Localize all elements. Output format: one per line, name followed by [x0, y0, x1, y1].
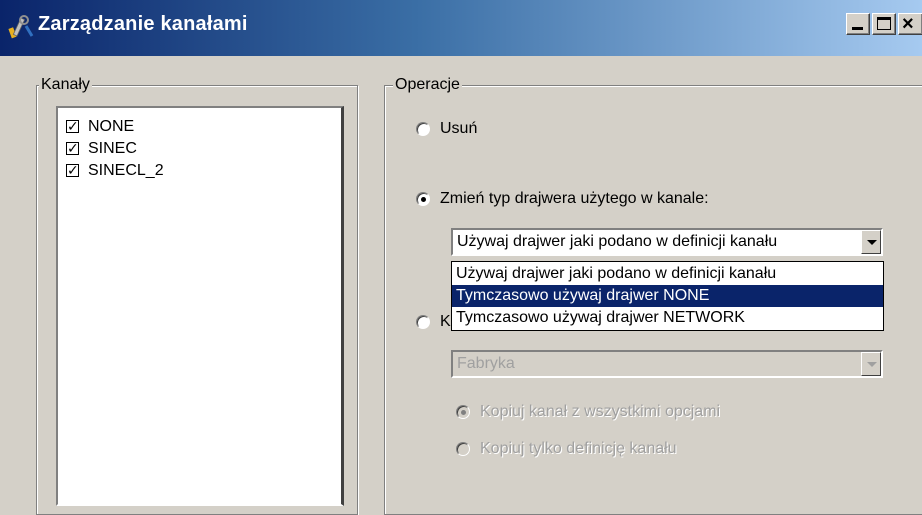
channel-checkbox-none[interactable]: ✓: [66, 118, 79, 134]
channels-group-label: Kanały: [39, 75, 92, 95]
channel-label: NONE: [88, 118, 135, 135]
chevron-down-icon: [867, 362, 877, 367]
channel-label: SINECL_2: [88, 162, 164, 179]
factory-combo[interactable]: Fabryka: [451, 350, 883, 378]
close-button[interactable]: ×: [898, 13, 922, 35]
radio-copy-definition-button[interactable]: [456, 442, 470, 456]
maximize-button[interactable]: [872, 13, 896, 35]
radio-delete-button[interactable]: [416, 122, 430, 136]
check-icon: ✓: [67, 140, 79, 156]
radio-selected-dot: [461, 410, 466, 415]
check-icon: ✓: [67, 118, 79, 134]
operations-group-label: Operacje: [393, 75, 462, 95]
radio-change-driver-button[interactable]: [416, 192, 430, 206]
radio-copy-button[interactable]: [416, 315, 430, 329]
radio-change-driver-label: Zmień typ drajwera użytego w kanale:: [440, 190, 709, 207]
title-bar[interactable]: Zarządzanie kanałami ×: [0, 0, 922, 56]
radio-copy-label: K: [440, 313, 451, 330]
factory-combo-value: Fabryka: [457, 355, 515, 372]
close-icon: ×: [902, 13, 914, 35]
driver-option-selected[interactable]: Tymczasowo używaj drajwer NONE: [452, 285, 883, 307]
minimize-button[interactable]: [846, 13, 870, 35]
radio-copy-definition-label: Kopiuj tylko definicję kanału: [480, 440, 677, 457]
radio-copy-all-label: Kopiuj kanał z wszystkimi opcjami: [480, 403, 721, 420]
radio-copy-all-button[interactable]: [456, 405, 470, 419]
maximize-icon: [877, 17, 891, 30]
chevron-down-icon: [867, 240, 877, 245]
minimize-icon: [852, 27, 863, 30]
check-icon: ✓: [67, 162, 79, 178]
driver-option[interactable]: Używaj drajwer jaki podano w definicji k…: [452, 263, 883, 285]
channel-checkbox-sinec[interactable]: ✓: [66, 140, 79, 156]
window-title: Zarządzanie kanałami: [38, 13, 248, 35]
channels-list[interactable]: ✓ NONE ✓ SINEC ✓ SINECL_2: [56, 106, 344, 506]
radio-delete-label: Usuń: [440, 120, 478, 137]
channel-label: SINEC: [88, 140, 137, 157]
driver-option[interactable]: Tymczasowo używaj drajwer NETWORK: [452, 307, 883, 329]
radio-selected-dot: [421, 197, 426, 202]
channel-checkbox-sinecl-2[interactable]: ✓: [66, 162, 79, 178]
app-wrench-icon: [8, 15, 34, 39]
driver-combo[interactable]: Używaj drajwer jaki podano w definicji k…: [451, 228, 883, 256]
driver-combo-value: Używaj drajwer jaki podano w definicji k…: [457, 233, 778, 250]
driver-combo-dropdown-button[interactable]: [861, 230, 881, 254]
factory-combo-dropdown-button[interactable]: [861, 352, 881, 376]
driver-dropdown-list[interactable]: Używaj drajwer jaki podano w definicji k…: [451, 261, 884, 331]
